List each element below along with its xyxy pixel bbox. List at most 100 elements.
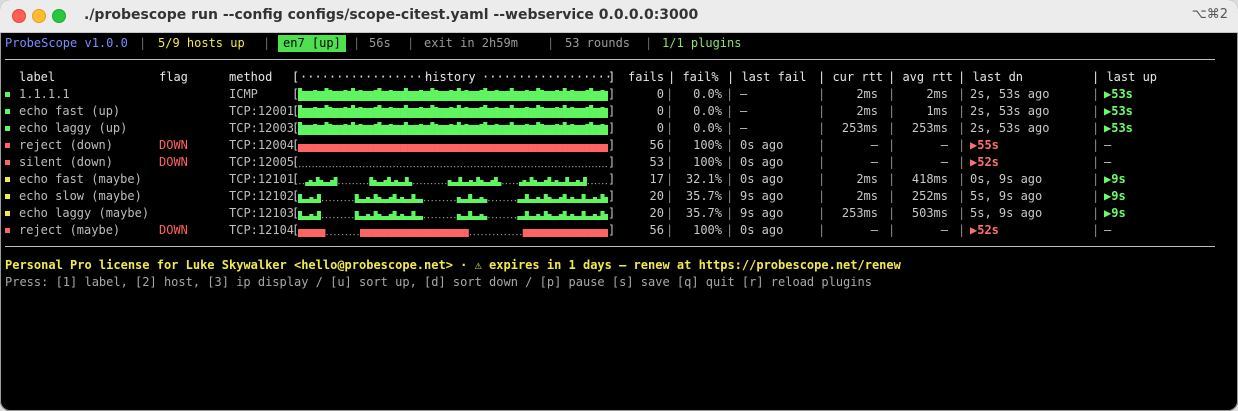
history-ok-bar — [558, 197, 563, 203]
history-ok-bar — [392, 194, 397, 203]
status-separator: | — [547, 36, 555, 50]
cell-fails: 56 — [649, 223, 664, 237]
history-gap — [337, 217, 339, 219]
history-fail-bar — [347, 144, 352, 152]
history-fail-bar — [592, 144, 597, 152]
history-ok-bar — [430, 122, 435, 135]
history-ok-bar — [396, 91, 401, 101]
history-ok-bar — [562, 211, 567, 220]
history-gap — [443, 166, 446, 168]
history-gap — [413, 183, 415, 185]
history-ok-bar — [596, 91, 601, 101]
cell-lastup: ▶53s — [1104, 104, 1133, 118]
history-ok-bar — [434, 107, 439, 118]
history-ok-bar — [301, 108, 306, 118]
history-fail-bar — [313, 229, 318, 237]
col-history: history — [425, 70, 476, 84]
table-row[interactable]: echo slow (maybe) TCP:12102 20 35.7% 9s ago 2… — [0, 188, 1238, 205]
history-ok-bar — [539, 107, 545, 118]
history-ok-bar — [309, 197, 314, 203]
column-separator: | — [888, 87, 896, 101]
history-ok-bar — [547, 197, 552, 203]
history-ok-bar — [475, 125, 480, 135]
table-row[interactable]: 1.1.1.1 ICMP 0 0.0% – 2ms 2ms 2s, 53s ago ▶53s | |… — [0, 86, 1238, 103]
history-gap — [439, 200, 441, 202]
column-separator: | — [1092, 87, 1100, 101]
col-label[interactable]: label — [19, 69, 55, 86]
minimize-window-button[interactable] — [32, 9, 46, 23]
history-ok-bar — [319, 180, 324, 186]
col-flag: flag — [159, 70, 188, 84]
table-row[interactable]: echo fast (maybe) TCP:12101 17 32.1% 0s ago 2… — [0, 171, 1238, 188]
history-gap — [348, 200, 350, 202]
history-ok-bar — [430, 88, 435, 101]
history-ok-bar — [460, 91, 465, 101]
history-ok-bar — [377, 105, 382, 118]
history-ok-bar — [551, 125, 556, 135]
history-ok-bar — [426, 125, 431, 135]
history-fail-bar — [570, 144, 575, 152]
history-ok-bar — [373, 124, 378, 135]
history-ok-bar — [464, 107, 469, 118]
history-fail-bar — [471, 144, 476, 152]
history-fail-bar — [490, 144, 495, 152]
column-separator: | — [726, 121, 734, 135]
table-row[interactable]: echo fast (up) TCP:12001 0 0.0% – 2ms 1ms 2s, 5… — [0, 103, 1238, 120]
history-gap — [413, 166, 415, 168]
history-ok-bar — [388, 90, 393, 101]
history-ok-bar — [403, 216, 408, 220]
cell-avgrtt: 1ms — [926, 104, 948, 118]
terminal-window: ./probescope run --config configs/scope-… — [0, 0, 1238, 411]
history-ok-bar — [494, 90, 499, 101]
history-ok-bar — [396, 216, 401, 220]
history-ok-bar — [358, 199, 363, 203]
cell-method: TCP:12005 — [229, 155, 295, 169]
cell-flag: DOWN — [159, 223, 188, 237]
history-gap — [605, 183, 607, 185]
history-ok-bar — [350, 105, 356, 118]
exit-timer: exit in 2h59m — [424, 36, 518, 50]
history-ok-bar — [422, 91, 427, 101]
zoom-window-button[interactable] — [52, 9, 66, 23]
history-ok-bar — [558, 182, 562, 186]
history-fail-bar — [513, 144, 518, 152]
table-row[interactable]: reject (maybe) DOWN TCP:12104 56 100% 0s ago –… — [0, 222, 1238, 239]
table-row[interactable]: echo laggy (maybe) TCP:12103 20 35.7% 9s ago… — [0, 205, 1238, 222]
cell-lastup: ▶9s — [1104, 189, 1126, 203]
history-fail-bar — [418, 229, 423, 237]
history-ok-bar — [468, 108, 473, 118]
history-ok-bar — [332, 108, 337, 118]
status-bullet-icon — [5, 228, 10, 233]
history-ok-bar — [377, 88, 382, 101]
history-fail-bar — [584, 229, 589, 237]
history-fail-bar — [456, 144, 461, 152]
history-fail-bar — [566, 144, 571, 152]
history-ok-bar — [426, 108, 431, 118]
terminal-content[interactable]: ProbeScope v1.0.0 | 5/9 hosts up | en7 [… — [0, 33, 1238, 411]
history-gap — [598, 183, 600, 185]
history-ok-bar — [533, 180, 538, 186]
history-fail-bar — [388, 144, 393, 152]
history-ok-bar — [422, 125, 427, 135]
history-gap — [393, 166, 395, 168]
history-gap — [499, 217, 501, 219]
table-row[interactable]: echo laggy (up) TCP:12003 0 0.0% – 253ms 253ms… — [0, 120, 1238, 137]
history-ok-bar — [298, 211, 303, 220]
column-separator: | — [1092, 223, 1100, 237]
history-ok-bar — [604, 91, 608, 101]
history-fail-bar — [502, 144, 507, 152]
table-row[interactable]: silent (down) DOWN TCP:12005 53 100% 0s ago – –… — [0, 154, 1238, 171]
history-ok-bar — [464, 216, 469, 220]
history-gap — [329, 200, 331, 202]
column-separator: | — [726, 138, 734, 152]
table-row[interactable]: reject (down) DOWN TCP:12004 56 100% 0s ago – –… — [0, 137, 1238, 154]
history-fail-bar — [517, 144, 522, 152]
history-ok-bar — [301, 91, 306, 101]
close-window-button[interactable] — [12, 9, 26, 23]
history-ok-bar — [449, 107, 454, 118]
history-gap — [326, 166, 328, 168]
history-gap — [538, 166, 540, 168]
history-ok-bar — [513, 125, 518, 135]
history-ok-bar — [518, 182, 523, 186]
history-ok-bar — [570, 107, 575, 118]
